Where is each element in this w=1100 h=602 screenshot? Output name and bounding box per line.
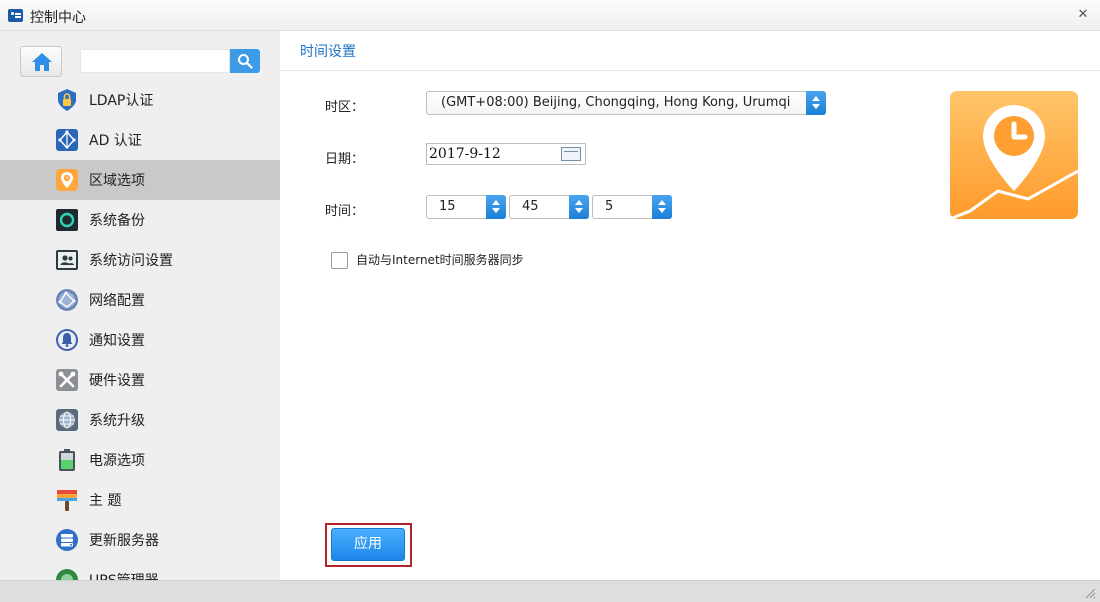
sidebar-item-label: 系统升级 (89, 413, 145, 429)
sidebar-item-label: 更新服务器 (89, 533, 159, 549)
hour-spinner-arrows-icon[interactable] (486, 195, 506, 219)
search-input[interactable] (80, 49, 230, 73)
section-divider (280, 70, 1100, 71)
second-spinner-arrows-icon[interactable] (652, 195, 672, 219)
sidebar: LDAP认证 AD 认证 区域选项 系统备份 系统访问设置 网络配置 通知设置 … (0, 31, 280, 580)
upgrade-globe-icon (55, 408, 79, 432)
region-pin-icon (55, 168, 79, 192)
sidebar-item-theme[interactable]: 主 题 (0, 480, 280, 520)
section-title: 时间设置 (300, 44, 356, 60)
timezone-label: 时区： (325, 100, 365, 115)
status-bar (0, 580, 1100, 602)
hour-value: 15 (439, 199, 456, 214)
sidebar-item-region[interactable]: 区域选项 (0, 160, 280, 200)
resize-grip-icon[interactable] (1084, 587, 1096, 599)
search-icon (238, 54, 253, 69)
sidebar-item-access[interactable]: 系统访问设置 (0, 240, 280, 280)
sidebar-item-power[interactable]: 电源选项 (0, 440, 280, 480)
home-icon (32, 53, 52, 71)
main-panel: 时间设置 时区： (GMT+08:00) Beijing, Chongqing,… (280, 31, 1100, 580)
minute-spinner-arrows-icon[interactable] (569, 195, 589, 219)
backup-icon (55, 208, 79, 232)
title-bar: 控制中心 ✕ (0, 0, 1100, 31)
sidebar-item-label: 主 题 (89, 493, 122, 509)
minute-value: 45 (522, 199, 539, 214)
sidebar-item-label: 电源选项 (89, 453, 145, 469)
timezone-select[interactable]: (GMT+08:00) Beijing, Chongqing, Hong Kon… (426, 91, 826, 115)
close-button[interactable]: ✕ (1075, 7, 1091, 23)
calendar-icon[interactable] (561, 147, 581, 161)
sidebar-item-label: 系统访问设置 (89, 253, 173, 269)
sidebar-item-label: LDAP认证 (89, 93, 154, 109)
timezone-value: (GMT+08:00) Beijing, Chongqing, Hong Kon… (441, 95, 791, 110)
ups-icon (55, 568, 79, 580)
ldap-lock-icon (55, 88, 79, 112)
sidebar-item-label: UPS管理器 (89, 570, 159, 580)
sidebar-item-network[interactable]: 网络配置 (0, 280, 280, 320)
timezone-dropdown-icon[interactable] (806, 91, 826, 115)
sidebar-item-hardware[interactable]: 硬件设置 (0, 360, 280, 400)
sidebar-item-update-server[interactable]: 更新服务器 (0, 520, 280, 560)
search-button[interactable] (230, 49, 260, 73)
sidebar-item-notification[interactable]: 通知设置 (0, 320, 280, 360)
sidebar-item-backup[interactable]: 系统备份 (0, 200, 280, 240)
network-globe-icon (55, 288, 79, 312)
window-title: 控制中心 (30, 10, 86, 26)
date-field[interactable]: 2017-9-12 (426, 143, 586, 165)
time-label: 时间： (325, 204, 365, 219)
second-value: 5 (605, 199, 614, 214)
sidebar-item-ups[interactable]: UPS管理器 (0, 560, 280, 580)
access-users-icon (55, 248, 79, 272)
internet-sync-checkbox[interactable] (331, 252, 348, 269)
minute-spinner[interactable]: 45 (509, 195, 589, 219)
date-value: 2017-9-12 (429, 146, 501, 162)
region-time-hero-icon (950, 91, 1078, 219)
sidebar-item-label: 硬件设置 (89, 373, 145, 389)
sidebar-item-label: 通知设置 (89, 333, 145, 349)
hour-spinner[interactable]: 15 (426, 195, 506, 219)
ad-network-icon (55, 128, 79, 152)
sidebar-item-ad[interactable]: AD 认证 (0, 120, 280, 160)
second-spinner[interactable]: 5 (592, 195, 672, 219)
sidebar-item-label: 区域选项 (89, 173, 145, 189)
update-server-icon (55, 528, 79, 552)
battery-icon (55, 448, 79, 472)
theme-brush-icon (55, 488, 79, 512)
tools-icon (55, 368, 79, 392)
bell-icon (55, 328, 79, 352)
date-label: 日期： (325, 152, 365, 167)
internet-sync-label: 自动与Internet时间服务器同步 (356, 253, 524, 267)
sidebar-item-upgrade[interactable]: 系统升级 (0, 400, 280, 440)
home-button[interactable] (20, 46, 62, 77)
sidebar-nav: LDAP认证 AD 认证 区域选项 系统备份 系统访问设置 网络配置 通知设置 … (0, 80, 280, 580)
sidebar-item-label: 网络配置 (89, 293, 145, 309)
apply-button[interactable]: 应用 (331, 528, 405, 561)
control-center-app-icon (8, 9, 23, 22)
sidebar-item-ldap[interactable]: LDAP认证 (0, 80, 280, 120)
sidebar-item-label: AD 认证 (89, 133, 142, 149)
sidebar-item-label: 系统备份 (89, 213, 145, 229)
